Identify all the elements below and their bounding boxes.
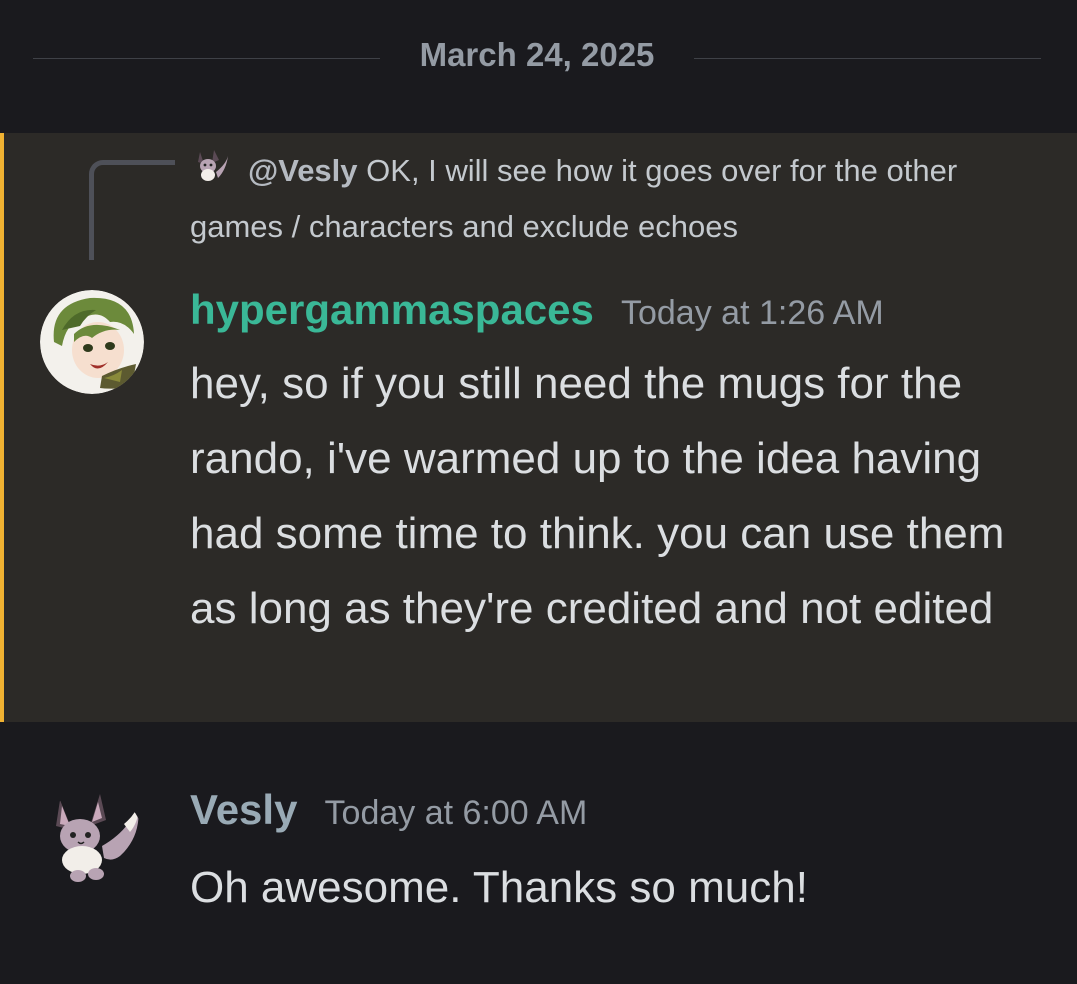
timestamp[interactable]: Today at 6:00 AM [325,794,588,832]
message-header: hypergammaspaces Today at 1:26 AM [190,286,884,334]
message-content: Oh awesome. Thanks so much! [190,863,808,912]
reply-preview[interactable]: @Vesly OK, I will see how it goes over f… [190,143,1030,255]
avatar[interactable] [40,290,144,394]
reply-mention[interactable]: @Vesly [248,153,358,188]
chat-view: March 24, 2025 @Vesly OK, I will see how… [0,0,1077,984]
divider-line-right [694,58,1041,59]
username[interactable]: hypergammaspaces [190,286,594,333]
divider-line-left [33,58,380,59]
timestamp[interactable]: Today at 1:26 AM [621,294,884,332]
reply-connector [89,160,175,260]
message-content: hey, so if you still need the mugs for t… [190,359,1005,633]
avatar[interactable] [40,790,144,894]
username[interactable]: Vesly [190,786,297,833]
message-header: Vesly Today at 6:00 AM [190,786,587,834]
divider-date: March 24, 2025 [419,36,655,73]
date-divider: March 24, 2025 [0,28,1077,88]
